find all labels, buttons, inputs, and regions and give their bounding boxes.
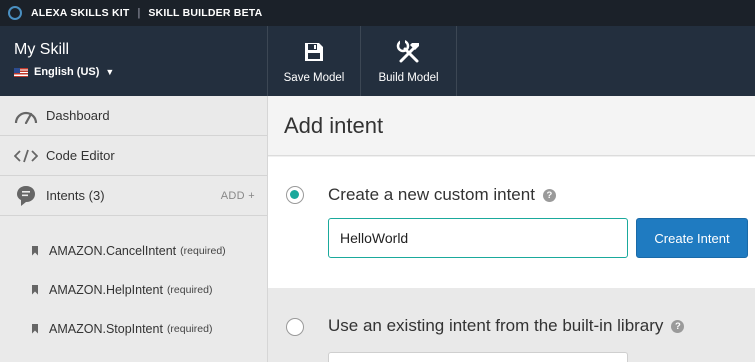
save-model-label: Save Model <box>283 71 345 84</box>
section-name: SKILL BUILDER BETA <box>148 7 263 19</box>
bookmark-icon <box>32 323 38 334</box>
library-intent-panel: Use an existing intent from the built-in… <box>268 288 755 362</box>
list-item[interactable]: AMAZON.HelpIntent (required) <box>0 270 267 309</box>
gauge-icon <box>14 108 38 124</box>
locale-label: English (US) <box>34 66 100 78</box>
caret-down-icon: ▼ <box>105 67 115 77</box>
sidebar-item-label: Code Editor <box>46 148 115 163</box>
bookmark-icon <box>32 284 38 295</box>
custom-intent-option: Create a new custom intent? <box>328 185 556 205</box>
custom-intent-radio[interactable] <box>286 186 304 204</box>
sidebar: Dashboard Code Editor Intents (3) ADD + … <box>0 96 268 362</box>
top-bar: ALEXA SKILLS KIT | SKILL BUILDER BETA <box>0 0 755 26</box>
code-icon <box>14 149 38 163</box>
library-intent-label: Use an existing intent from the built-in… <box>328 316 664 335</box>
chat-head-icon <box>14 184 38 208</box>
sidebar-item-dashboard[interactable]: Dashboard <box>0 96 267 136</box>
build-model-label: Build Model <box>378 71 439 84</box>
build-model-button[interactable]: Build Model <box>361 26 457 96</box>
us-flag-icon <box>14 67 28 77</box>
topbar-separator: | <box>137 7 141 19</box>
bookmark-icon <box>32 245 38 256</box>
sidebar-item-intents[interactable]: Intents (3) ADD + <box>0 176 267 216</box>
floppy-disk-icon <box>303 39 325 65</box>
list-item[interactable]: AMAZON.StopIntent (required) <box>0 309 267 348</box>
custom-intent-label: Create a new custom intent <box>328 185 535 204</box>
required-tag: (required) <box>166 322 213 335</box>
page-title: Add intent <box>268 96 755 156</box>
library-intent-option: Use an existing intent from the built-in… <box>328 316 685 336</box>
add-intent-link[interactable]: ADD + <box>221 190 255 202</box>
main-content: Add intent Create a new custom intent? C… <box>268 96 755 362</box>
required-tag: (required) <box>166 283 213 296</box>
sidebar-item-label: Intents (3) <box>46 188 105 203</box>
locale-selector[interactable]: English (US) ▼ <box>14 66 267 78</box>
required-tag: (required) <box>180 244 226 257</box>
intent-name: AMAZON.HelpIntent <box>49 282 163 297</box>
alexa-logo-icon <box>8 6 22 20</box>
intent-name: AMAZON.StopIntent <box>49 321 163 336</box>
skill-header: My Skill English (US) ▼ Save Model Build… <box>0 26 755 96</box>
help-icon[interactable]: ? <box>671 320 685 333</box>
intent-list: AMAZON.CancelIntent (required) AMAZON.He… <box>0 216 267 348</box>
sidebar-item-label: Dashboard <box>46 108 110 123</box>
custom-intent-panel: Create a new custom intent? Create Inten… <box>268 157 755 288</box>
intent-name: AMAZON.CancelIntent <box>49 243 177 258</box>
intent-name-input[interactable] <box>328 218 628 258</box>
sidebar-item-code-editor[interactable]: Code Editor <box>0 136 267 176</box>
library-intent-radio[interactable] <box>286 318 304 336</box>
library-search-field[interactable] <box>328 352 628 362</box>
skill-info: My Skill English (US) ▼ <box>0 26 268 96</box>
skill-name: My Skill <box>14 41 70 58</box>
product-name: ALEXA SKILLS KIT <box>31 7 130 19</box>
hammer-wrench-icon <box>396 39 422 65</box>
help-icon[interactable]: ? <box>542 189 556 202</box>
create-intent-button[interactable]: Create Intent <box>636 218 748 258</box>
save-model-button[interactable]: Save Model <box>268 26 361 96</box>
list-item[interactable]: AMAZON.CancelIntent (required) <box>0 231 267 270</box>
